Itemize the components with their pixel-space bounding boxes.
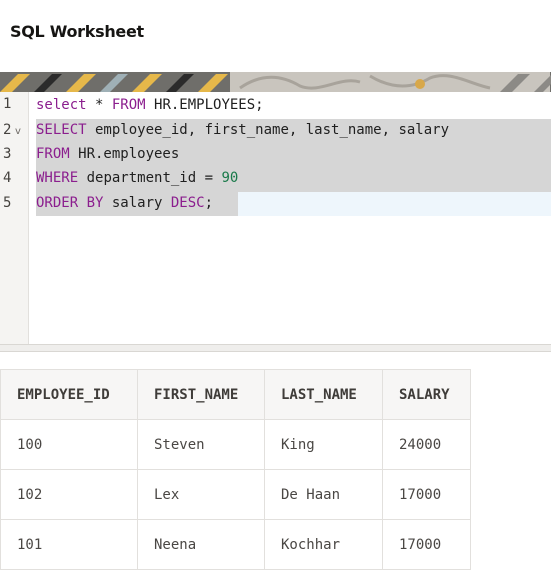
results-grid: EMPLOYEE_ID FIRST_NAME LAST_NAME SALARY …: [0, 369, 471, 570]
sql-text: HR.employees: [69, 146, 180, 162]
header-row: EMPLOYEE_ID FIRST_NAME LAST_NAME SALARY: [0, 369, 471, 420]
code-area[interactable]: select * FROM HR.EMPLOYEES; SELECT emplo…: [29, 92, 551, 344]
table-row[interactable]: 100 Steven King 24000: [0, 419, 471, 470]
sql-text: HR.EMPLOYEES;: [145, 97, 264, 113]
column-header[interactable]: LAST_NAME: [264, 369, 383, 420]
table-cell[interactable]: 100: [0, 419, 138, 470]
worksheet-header: SQL Worksheet: [0, 0, 551, 72]
code-line[interactable]: select * FROM HR.EMPLOYEES;: [36, 93, 264, 117]
line-number: 4: [3, 170, 12, 186]
sql-keyword: SELECT: [36, 122, 87, 138]
table-cell[interactable]: Kochhar: [264, 519, 383, 570]
table-cell[interactable]: Steven: [137, 419, 265, 470]
sql-keyword: ORDER BY: [36, 195, 104, 211]
sql-keyword: FROM: [36, 146, 70, 162]
decorative-banner: [0, 72, 551, 92]
sql-keyword: DESC: [170, 195, 205, 211]
table-cell[interactable]: 101: [0, 519, 138, 570]
column-header[interactable]: SALARY: [382, 369, 471, 420]
column-header[interactable]: EMPLOYEE_ID: [0, 369, 138, 420]
table-cell[interactable]: 17000: [382, 519, 471, 570]
banner-pattern: [0, 72, 551, 92]
line-number: 5: [3, 195, 12, 211]
fold-toggle-icon[interactable]: v: [15, 120, 21, 144]
sql-editor[interactable]: 1 2 v 3 4 5 select * FROM HR.EMPLOYEES; …: [0, 92, 551, 344]
table-cell[interactable]: 17000: [382, 469, 471, 520]
table-row[interactable]: 102 Lex De Haan 17000: [0, 469, 471, 520]
code-line[interactable]: ORDER BY salary DESC;: [36, 191, 213, 215]
line-number: 1: [3, 96, 12, 112]
line-number-gutter: 1 2 v 3 4 5: [0, 92, 29, 344]
sql-text: salary: [103, 195, 171, 211]
code-line[interactable]: SELECT employee_id, first_name, last_nam…: [36, 118, 449, 142]
page-title: SQL Worksheet: [10, 22, 144, 41]
table-cell[interactable]: 24000: [382, 419, 471, 470]
column-header[interactable]: FIRST_NAME: [137, 369, 265, 420]
table-cell[interactable]: King: [264, 419, 383, 470]
sql-keyword: FROM: [111, 97, 146, 113]
table-cell[interactable]: 102: [0, 469, 138, 520]
pane-splitter[interactable]: [0, 344, 551, 352]
line-number: 3: [3, 146, 12, 162]
table-cell[interactable]: Lex: [137, 469, 265, 520]
table-row[interactable]: 101 Neena Kochhar 17000: [0, 519, 471, 570]
sql-keyword: select: [36, 97, 87, 113]
sql-text: *: [86, 97, 112, 113]
table-cell[interactable]: Neena: [137, 519, 265, 570]
table-cell[interactable]: De Haan: [264, 469, 383, 520]
sql-keyword: WHERE: [36, 170, 79, 186]
sql-number: 90: [221, 170, 239, 186]
sql-text: employee_id, first_name, last_name, sala…: [86, 122, 450, 138]
results-table: EMPLOYEE_ID FIRST_NAME LAST_NAME SALARY …: [0, 369, 471, 570]
sql-text: department_id =: [78, 170, 222, 186]
code-line[interactable]: WHERE department_id = 90: [36, 166, 238, 190]
code-line[interactable]: FROM HR.employees: [36, 142, 179, 166]
sql-text: ;: [204, 195, 214, 211]
